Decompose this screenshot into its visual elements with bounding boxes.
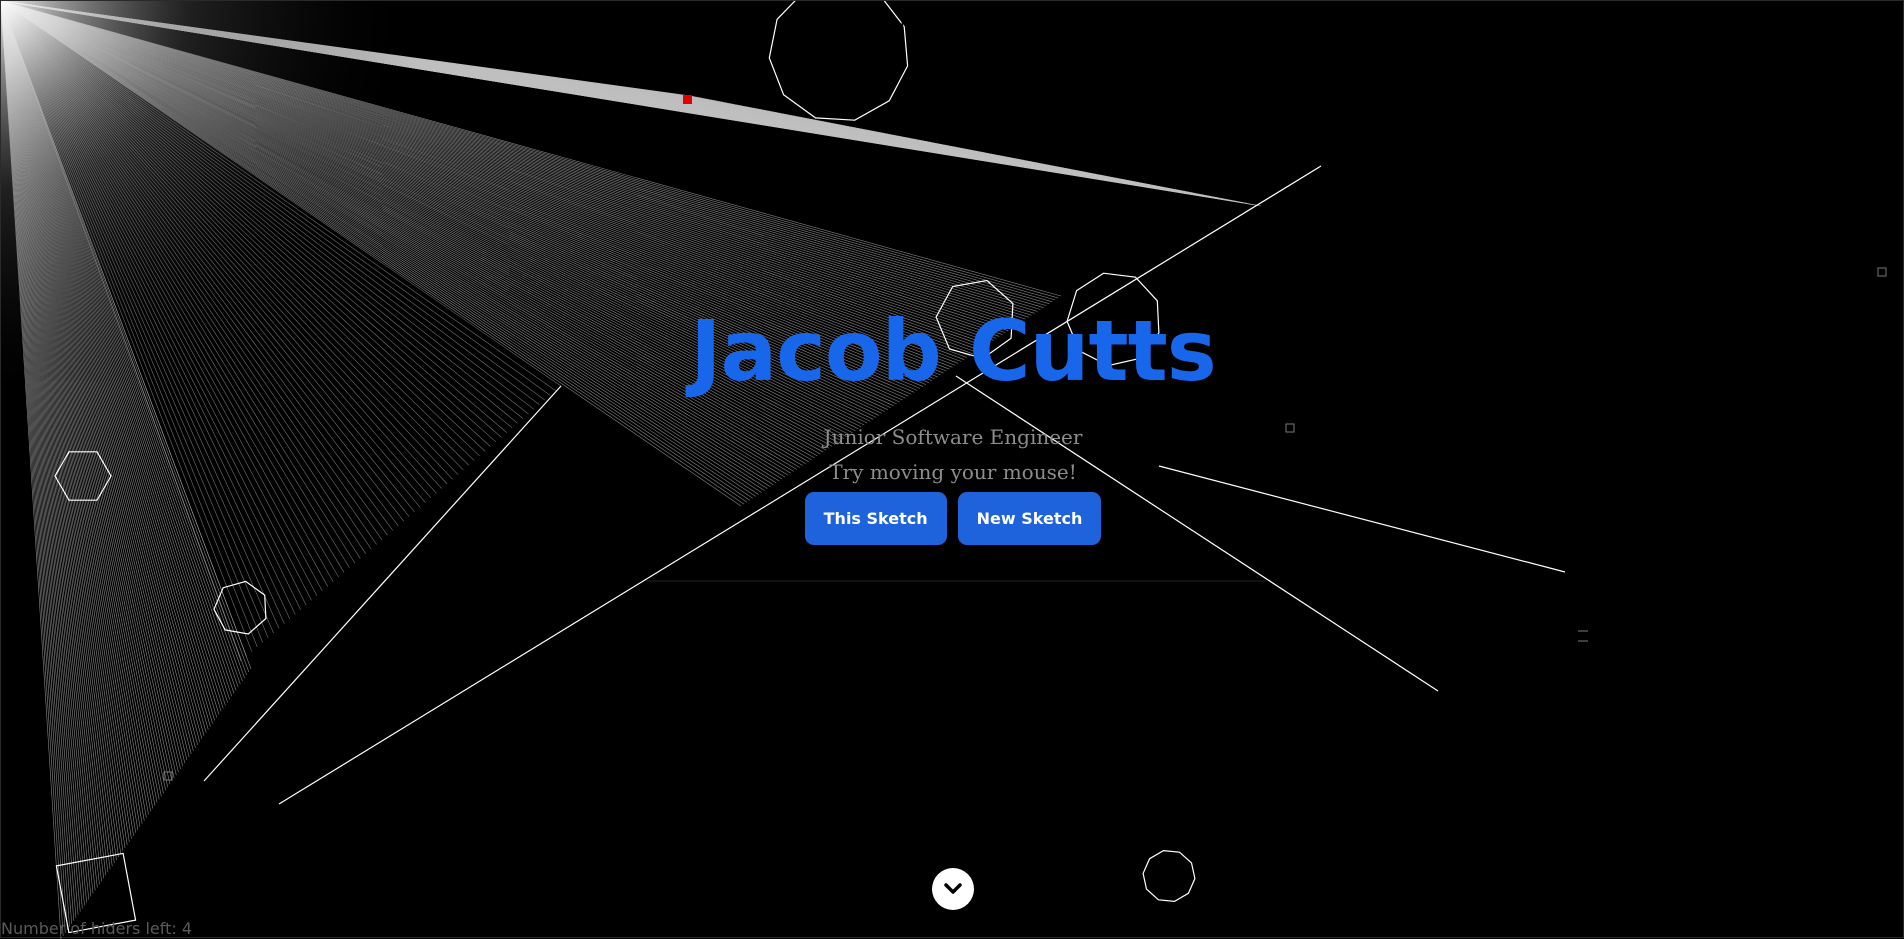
nav-projects[interactable]: PROJECTS — [787, 15, 866, 34]
scroll-down-button[interactable] — [932, 868, 974, 910]
nav-platforms[interactable]: PLATFORMS — [993, 15, 1088, 34]
chevron-down-icon — [944, 883, 962, 894]
hiders-counter: Number of hiders left: 4 — [1, 919, 193, 938]
nav-home[interactable]: HOME — [711, 15, 760, 34]
hero-hint: Try moving your mouse! — [829, 460, 1077, 484]
hero-buttons: This Sketch New Sketch — [1, 492, 1904, 545]
this-sketch-button[interactable]: This Sketch — [804, 492, 947, 545]
nav-contact[interactable]: CONTACT — [1115, 15, 1191, 34]
hero-subtitle: Junior Software Engineer — [823, 425, 1083, 449]
nav-updates[interactable]: UPDATES — [893, 15, 966, 34]
red-marker — [683, 95, 692, 104]
top-navigation: HOME PROJECTS UPDATES PLATFORMS CONTACT — [711, 15, 1191, 34]
hero-title: Jacob Cutts — [690, 302, 1217, 400]
new-sketch-button[interactable]: New Sketch — [957, 492, 1102, 545]
